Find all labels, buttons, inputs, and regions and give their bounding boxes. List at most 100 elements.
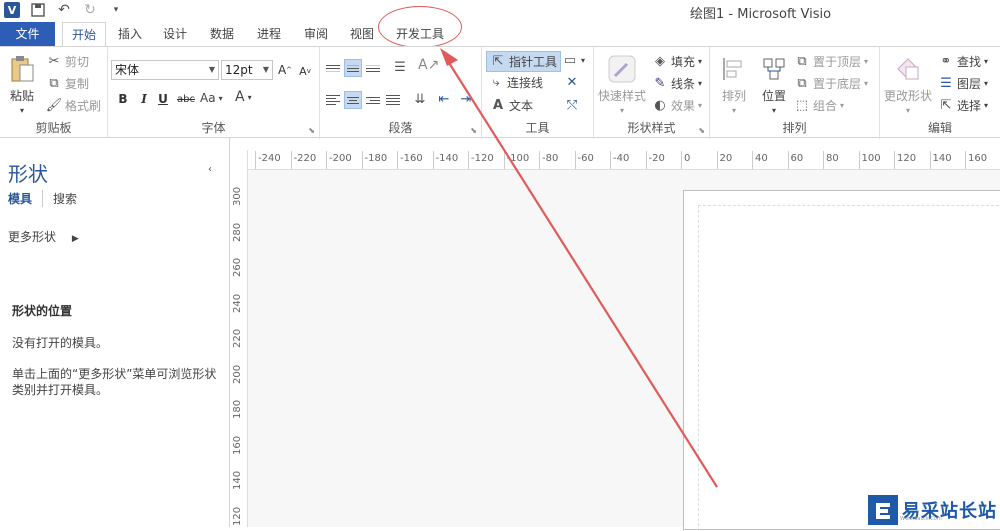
tab-home[interactable]: 开始 [62, 22, 106, 47]
tab-search[interactable]: 搜索 [53, 190, 77, 207]
font-size-select[interactable]: 12pt ▼ [221, 60, 273, 80]
dialog-launcher-icon[interactable]: ⬊ [308, 126, 315, 135]
bring-to-front-button[interactable]: ⧉ 置于顶层 ▾ [794, 53, 868, 70]
cut-label: 剪切 [65, 55, 90, 69]
ruler-tick-label: 60 [787, 151, 804, 169]
tab-review[interactable]: 审阅 [296, 22, 336, 46]
send-back-label: 置于底层 [813, 77, 862, 91]
align-center-icon[interactable] [344, 91, 362, 109]
redo-icon[interactable]: ↻ [82, 2, 98, 18]
italic-button[interactable]: I [135, 90, 153, 108]
group-label-font: 字体 [201, 121, 226, 135]
vertical-text-icon: ⇊ [414, 91, 426, 107]
outdent-icon: ⇤ [438, 91, 450, 107]
tab-process[interactable]: 进程 [249, 22, 289, 46]
align-button[interactable]: 排列 ▾ [718, 53, 750, 115]
fill-button[interactable]: ◈ 填充 ▾ [652, 53, 702, 70]
tab-data[interactable]: 数据 [202, 22, 242, 46]
close-icon[interactable]: ✕ [564, 74, 580, 90]
effects-button[interactable]: ◐ 效果 ▾ [652, 97, 702, 114]
strikethrough-button[interactable]: abc [174, 90, 198, 108]
chevron-down-icon: ▾ [864, 79, 869, 88]
bold-button[interactable]: B [114, 90, 132, 108]
find-button[interactable]: ⚭ 查找 ▾ [938, 53, 988, 70]
align-shapes-icon [718, 53, 750, 85]
more-shapes-menu[interactable]: 更多形状 ▶ [8, 228, 79, 245]
layers-button[interactable]: ☰ 图层 ▾ [938, 75, 988, 92]
group-label-clipboard: 剪贴板 [35, 121, 72, 135]
quick-styles-button[interactable]: 快速样式 ▾ [598, 53, 646, 115]
ruler-tick-label: -100 [503, 151, 530, 169]
align-top-icon[interactable] [324, 59, 342, 77]
undo-icon[interactable]: ↶ [56, 2, 72, 18]
text-tool-button[interactable]: A 文本 [490, 97, 533, 114]
tab-developer[interactable]: 开发工具 [388, 22, 452, 46]
send-to-back-button[interactable]: ⧉ 置于底层 ▾ [794, 75, 868, 92]
text-direction-button[interactable]: A↗ [418, 57, 439, 73]
chevron-down-icon: ▾ [731, 106, 736, 115]
change-case-button[interactable]: Aa ▾ [200, 91, 223, 105]
line-button[interactable]: ✎ 线条 ▾ [652, 75, 702, 92]
paste-label: 粘贴 [9, 89, 34, 103]
chevron-down-icon: ▾ [771, 106, 776, 115]
shrink-font-button[interactable]: Av [296, 62, 314, 80]
font-family-select[interactable]: 宋体 ▼ [111, 60, 219, 80]
group-editing: 更改形状 ▾ ⚭ 查找 ▾ ☰ 图层 ▾ ⇱ 选择 ▾ 编辑 [880, 47, 1000, 139]
tab-file[interactable]: 文件 [0, 22, 55, 46]
line-label: 线条 [671, 77, 696, 91]
rectangle-tool-button[interactable]: ▭ ▾ [562, 52, 585, 68]
save-icon[interactable] [30, 2, 46, 18]
dialog-launcher-icon[interactable]: ⬊ [698, 126, 705, 135]
ruler-tick-label: 100 [858, 151, 881, 169]
align-bottom-icon[interactable] [364, 59, 382, 77]
font-color-button[interactable]: A ▾ [235, 89, 252, 105]
bring-front-icon: ⧉ [797, 54, 807, 69]
send-back-icon: ⧉ [797, 76, 807, 91]
brush-icon: 🖌 [45, 98, 63, 113]
drawing-page[interactable] [683, 190, 1000, 531]
pointer-tool-button[interactable]: ⇱ 指针工具 [486, 51, 562, 72]
decrease-indent-button[interactable]: ⇤ [436, 91, 452, 107]
hint-text: 单击上面的“更多形状”菜单可浏览形状类别并打开模具。 [12, 367, 217, 397]
paste-button[interactable]: 粘贴 ▾ [6, 53, 38, 115]
tab-design[interactable]: 设计 [155, 22, 195, 46]
tab-view[interactable]: 视图 [342, 22, 382, 46]
justify-icon[interactable] [384, 91, 402, 109]
align-label: 排列 [721, 89, 746, 103]
ruler-tick-label: 160 [232, 435, 243, 455]
chevron-down-icon: ▾ [247, 92, 252, 102]
grow-font-button[interactable]: A ^ [276, 61, 294, 79]
group-tools: ⇱ 指针工具 ▭ ▾ ⤷ 连接线 ✕ A 文本 ⤲ 工具 [482, 47, 594, 139]
ruler-tick-label: 260 [232, 257, 243, 277]
change-shape-button[interactable]: 更改形状 ▾ [884, 53, 932, 115]
ruler-tick-label: 280 [232, 222, 243, 242]
vertical-text-button[interactable]: ⇊ [412, 91, 428, 107]
copy-button[interactable]: ⧉ 复制 [46, 75, 89, 92]
ruler-tick-label: -180 [361, 151, 388, 169]
select-button[interactable]: ⇱ 选择 ▾ [938, 97, 988, 114]
tab-stencils[interactable]: 模具 [8, 190, 44, 207]
cut-button[interactable]: ✂ 剪切 [46, 53, 89, 70]
collapse-pane-icon[interactable]: ‹ [208, 164, 212, 175]
pen-icon: ✎ [654, 76, 666, 91]
tab-insert[interactable]: 插入 [110, 22, 150, 46]
connector-button[interactable]: ⤷ 连接线 [488, 74, 543, 91]
drawing-canvas[interactable] [248, 170, 1000, 531]
increase-indent-button[interactable]: ⇥ [458, 91, 474, 107]
customize-qat-icon[interactable]: ▾ [108, 2, 124, 18]
ruler-tick-label: 200 [232, 364, 243, 384]
align-middle-icon[interactable] [344, 59, 362, 77]
format-painter-button[interactable]: 🖌 格式刷 [46, 97, 101, 114]
bullets-button[interactable]: ☰ [392, 59, 408, 75]
ruler-tick-label: -160 [397, 151, 423, 169]
group-button[interactable]: ⬚ 组合 ▾ [794, 97, 844, 114]
underline-button[interactable]: U [154, 90, 172, 108]
connection-point-button[interactable]: ⤲ [564, 97, 580, 113]
dialog-launcher-icon[interactable]: ⬊ [470, 126, 477, 135]
fill-bucket-icon: ◈ [655, 54, 665, 69]
align-right-icon[interactable] [364, 91, 382, 109]
position-button[interactable]: 位置 ▾ [758, 53, 790, 115]
align-left-icon[interactable] [324, 91, 342, 109]
chevron-down-icon: ▾ [698, 57, 703, 66]
ruler-tick-label: 140 [232, 470, 243, 490]
